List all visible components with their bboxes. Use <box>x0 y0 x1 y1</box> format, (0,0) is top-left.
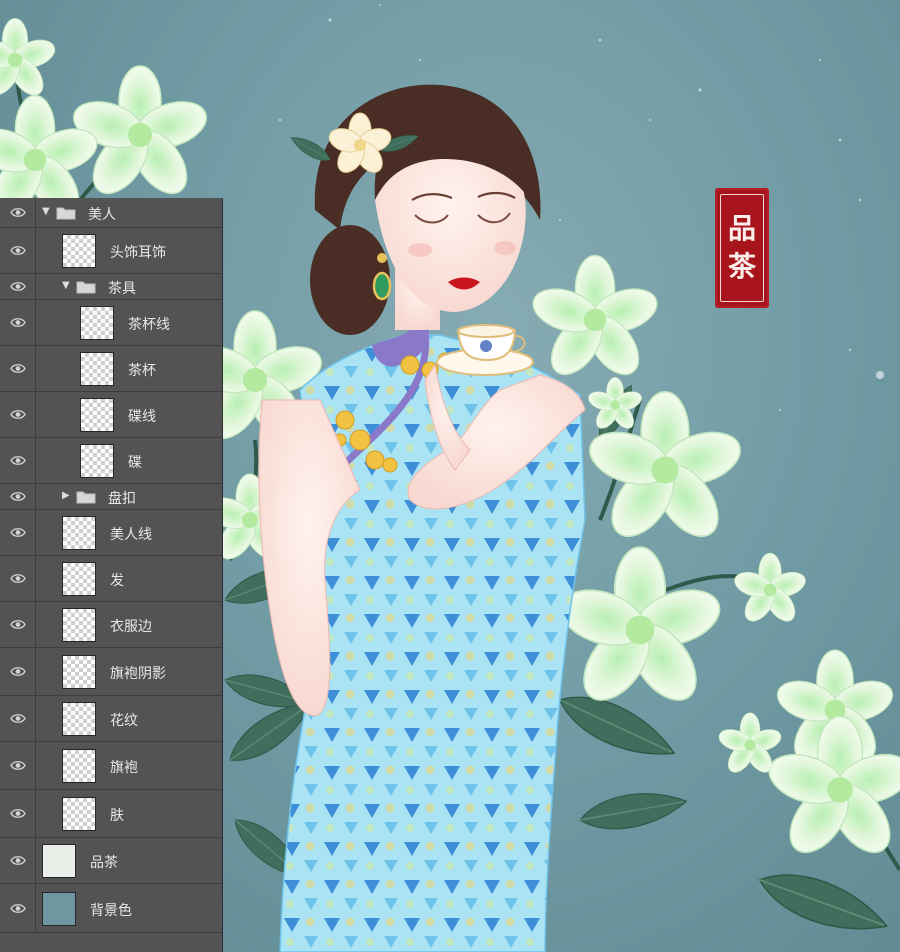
folder-icon <box>56 205 76 224</box>
layer-name: 茶杯 <box>128 363 156 379</box>
layer-row-group-pankou[interactable]: ▶ 盘扣 <box>0 484 222 510</box>
layer-name: 旗袍阴影 <box>110 666 166 682</box>
layer-name: 头饰耳饰 <box>110 245 166 261</box>
eye-icon[interactable] <box>0 556 36 601</box>
eye-icon[interactable] <box>0 438 36 483</box>
caret-down-icon[interactable]: ▼ <box>62 280 70 291</box>
folder-icon <box>76 279 96 298</box>
layer-thumbnail[interactable] <box>62 702 96 736</box>
eye-icon[interactable] <box>0 346 36 391</box>
layer-thumbnail[interactable] <box>62 516 96 550</box>
layer-row-layer-chabei[interactable]: 茶杯 <box>0 346 222 392</box>
layer-row-layer-pincha[interactable]: 品茶 <box>0 838 222 884</box>
layer-name: 衣服边 <box>110 619 152 635</box>
layer-row-layer-huawen[interactable]: 花纹 <box>0 696 222 742</box>
layer-thumbnail[interactable] <box>62 562 96 596</box>
layer-name: 茶具 <box>108 281 136 297</box>
layer-thumbnail[interactable] <box>80 306 114 340</box>
layer-name: 美人线 <box>110 527 152 543</box>
eye-icon[interactable] <box>0 510 36 555</box>
seal-stamp: 品 茶 <box>715 188 769 308</box>
layer-name: 碟线 <box>128 409 156 425</box>
caret-down-icon[interactable]: ▼ <box>42 206 50 217</box>
layer-thumbnail[interactable] <box>80 398 114 432</box>
layer-thumbnail[interactable] <box>42 892 76 926</box>
eye-icon[interactable] <box>0 790 36 837</box>
layer-thumbnail[interactable] <box>80 352 114 386</box>
layer-row-group-chaju[interactable]: ▼ 茶具 <box>0 274 222 300</box>
eye-icon[interactable] <box>0 484 36 509</box>
layer-row-layer-fu[interactable]: 肤 <box>0 790 222 838</box>
layer-row-layer-meirenxian[interactable]: 美人线 <box>0 510 222 556</box>
layer-thumbnail[interactable] <box>62 655 96 689</box>
layer-thumbnail[interactable] <box>62 797 96 831</box>
folder-icon <box>76 489 96 508</box>
seal-char-cha: 茶 <box>727 250 756 283</box>
eye-icon[interactable] <box>0 602 36 647</box>
layer-row-layer-fa[interactable]: 发 <box>0 556 222 602</box>
layer-name: 旗袍 <box>110 760 138 776</box>
layer-name: 碟 <box>128 455 142 471</box>
layer-row-layer-diexian[interactable]: 碟线 <box>0 392 222 438</box>
eye-icon[interactable] <box>0 884 36 932</box>
layer-row-layer-die[interactable]: 碟 <box>0 438 222 484</box>
layer-row-layer-chabeixian[interactable]: 茶杯线 <box>0 300 222 346</box>
layer-name: 品茶 <box>90 855 118 871</box>
layer-thumbnail[interactable] <box>80 444 114 478</box>
eye-icon[interactable] <box>0 648 36 695</box>
eye-icon[interactable] <box>0 838 36 883</box>
eye-icon[interactable] <box>0 300 36 345</box>
face <box>374 123 530 330</box>
seal-inner-border: 品 茶 <box>720 194 764 302</box>
caret-right-icon[interactable]: ▶ <box>62 490 70 501</box>
layer-row-layer-yifubian[interactable]: 衣服边 <box>0 602 222 648</box>
layer-thumbnail[interactable] <box>62 234 96 268</box>
layer-name: 发 <box>110 573 124 589</box>
eye-icon[interactable] <box>0 392 36 437</box>
layer-row-layer-toushi[interactable]: 头饰耳饰 <box>0 228 222 274</box>
layers-panel[interactable]: ▼ 美人头饰耳饰 ▼ 茶具茶杯线茶杯碟线碟 ▶ 盘扣美人线发衣服边旗袍阴影花纹旗袍肤品茶背… <box>0 198 223 952</box>
eye-icon[interactable] <box>0 198 36 227</box>
seal-char-pin: 品 <box>727 212 756 245</box>
layer-row-layer-qipaoyinying[interactable]: 旗袍阴影 <box>0 648 222 696</box>
eye-icon[interactable] <box>0 742 36 789</box>
eye-icon[interactable] <box>0 696 36 741</box>
layer-name: 美人 <box>88 207 116 223</box>
layer-name: 盘扣 <box>108 491 136 507</box>
layer-thumbnail[interactable] <box>42 844 76 878</box>
layer-row-group-meiren[interactable]: ▼ 美人 <box>0 198 222 228</box>
layer-name: 肤 <box>110 808 124 824</box>
eye-icon[interactable] <box>0 228 36 273</box>
layer-name: 花纹 <box>110 713 138 729</box>
layer-name: 背景色 <box>90 902 132 919</box>
layer-thumbnail[interactable] <box>62 749 96 783</box>
layer-thumbnail[interactable] <box>62 608 96 642</box>
layer-name: 茶杯线 <box>128 317 170 333</box>
layer-row-layer-qipao[interactable]: 旗袍 <box>0 742 222 790</box>
layer-row-layer-beijingse[interactable]: 背景色 <box>0 884 222 933</box>
eye-icon[interactable] <box>0 274 36 299</box>
